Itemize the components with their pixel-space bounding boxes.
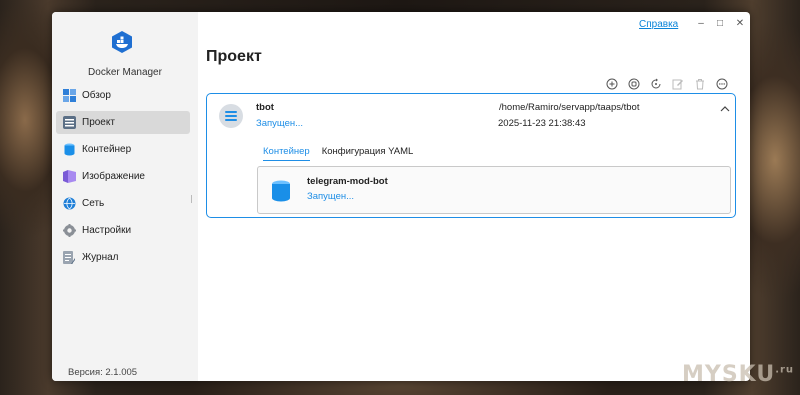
docker-manager-logo-icon	[112, 31, 132, 53]
add-icon	[606, 78, 618, 90]
sidebar-item-log[interactable]: Журнал	[56, 246, 190, 269]
network-icon	[62, 197, 76, 211]
sidebar-item-label: Журнал	[82, 252, 119, 263]
project-created-date: 2025-11-23 21:38:43	[498, 118, 586, 129]
minimize-button[interactable]: –	[694, 17, 708, 31]
container-icon	[62, 143, 76, 157]
more-button[interactable]	[714, 76, 730, 92]
project-icon	[62, 116, 76, 130]
help-link[interactable]: Справка	[639, 19, 678, 30]
project-name: tbot	[256, 102, 274, 113]
stop-icon	[628, 78, 640, 90]
edit-button[interactable]	[670, 76, 686, 92]
main-content: Справка – □ ✕ Проект tbot Запущен... /ho…	[198, 12, 750, 381]
container-status: Запущен...	[307, 191, 355, 202]
add-button[interactable]	[604, 76, 620, 92]
sidebar-item-network[interactable]: Сеть	[56, 192, 190, 215]
project-tabs: Контейнер Конфигурация YAML	[263, 146, 413, 161]
tab-yaml-config[interactable]: Конфигурация YAML	[322, 146, 414, 161]
close-button[interactable]: ✕	[733, 17, 747, 31]
settings-icon	[62, 224, 76, 238]
sidebar-item-image[interactable]: Изображение	[56, 165, 190, 188]
edit-icon	[672, 79, 683, 90]
sidebar-item-label: Обзор	[82, 90, 111, 101]
stop-button[interactable]	[626, 76, 642, 92]
maximize-button[interactable]: □	[713, 17, 727, 31]
app-version: Версия: 2.1.005	[68, 367, 138, 378]
sidebar: Docker Manager Обзор Проект Контейнер Из…	[52, 12, 198, 381]
sidebar-item-container[interactable]: Контейнер	[56, 138, 190, 161]
tab-container[interactable]: Контейнер	[263, 146, 310, 161]
sidebar-item-label: Настройки	[82, 225, 132, 236]
app-window: Docker Manager Обзор Проект Контейнер Из…	[52, 12, 750, 381]
sidebar-item-label: Проект	[82, 117, 115, 128]
sidebar-item-settings[interactable]: Настройки	[56, 219, 190, 242]
app-name: Docker Manager	[88, 67, 162, 78]
sidebar-item-label: Изображение	[82, 171, 145, 182]
restart-icon	[651, 78, 661, 89]
container-icon	[272, 180, 290, 202]
sidebar-item-label: Контейнер	[82, 144, 132, 155]
delete-icon	[696, 79, 704, 90]
project-list-icon	[219, 104, 243, 128]
watermark-suffix: .ru	[775, 364, 795, 376]
container-card[interactable]: telegram-mod-bot Запущен...	[257, 166, 731, 214]
sidebar-nav: Обзор Проект Контейнер Изображение Сеть …	[56, 84, 190, 273]
sidebar-item-overview[interactable]: Обзор	[56, 84, 190, 107]
image-icon	[62, 170, 76, 184]
watermark-text: MYSKU	[682, 362, 776, 387]
project-status: Запущен...	[256, 118, 304, 129]
site-watermark: MYSKU.ru	[682, 362, 794, 387]
chevron-up-icon[interactable]	[719, 103, 731, 115]
sidebar-item-label: Сеть	[82, 198, 105, 209]
more-icon	[716, 78, 728, 90]
project-toolbar	[604, 76, 730, 92]
restart-button[interactable]	[648, 76, 664, 92]
overview-icon	[62, 89, 76, 103]
container-name: telegram-mod-bot	[307, 176, 388, 187]
delete-button[interactable]	[692, 76, 708, 92]
sidebar-item-project[interactable]: Проект	[56, 111, 190, 134]
page-title: Проект	[206, 48, 262, 65]
log-icon	[62, 251, 76, 265]
project-card[interactable]: tbot Запущен... /home/Ramiro/servapp/taa…	[206, 93, 736, 218]
project-path: /home/Ramiro/servapp/taaps/tbot	[499, 102, 640, 113]
sidebar-resize-handle[interactable]	[191, 195, 192, 203]
